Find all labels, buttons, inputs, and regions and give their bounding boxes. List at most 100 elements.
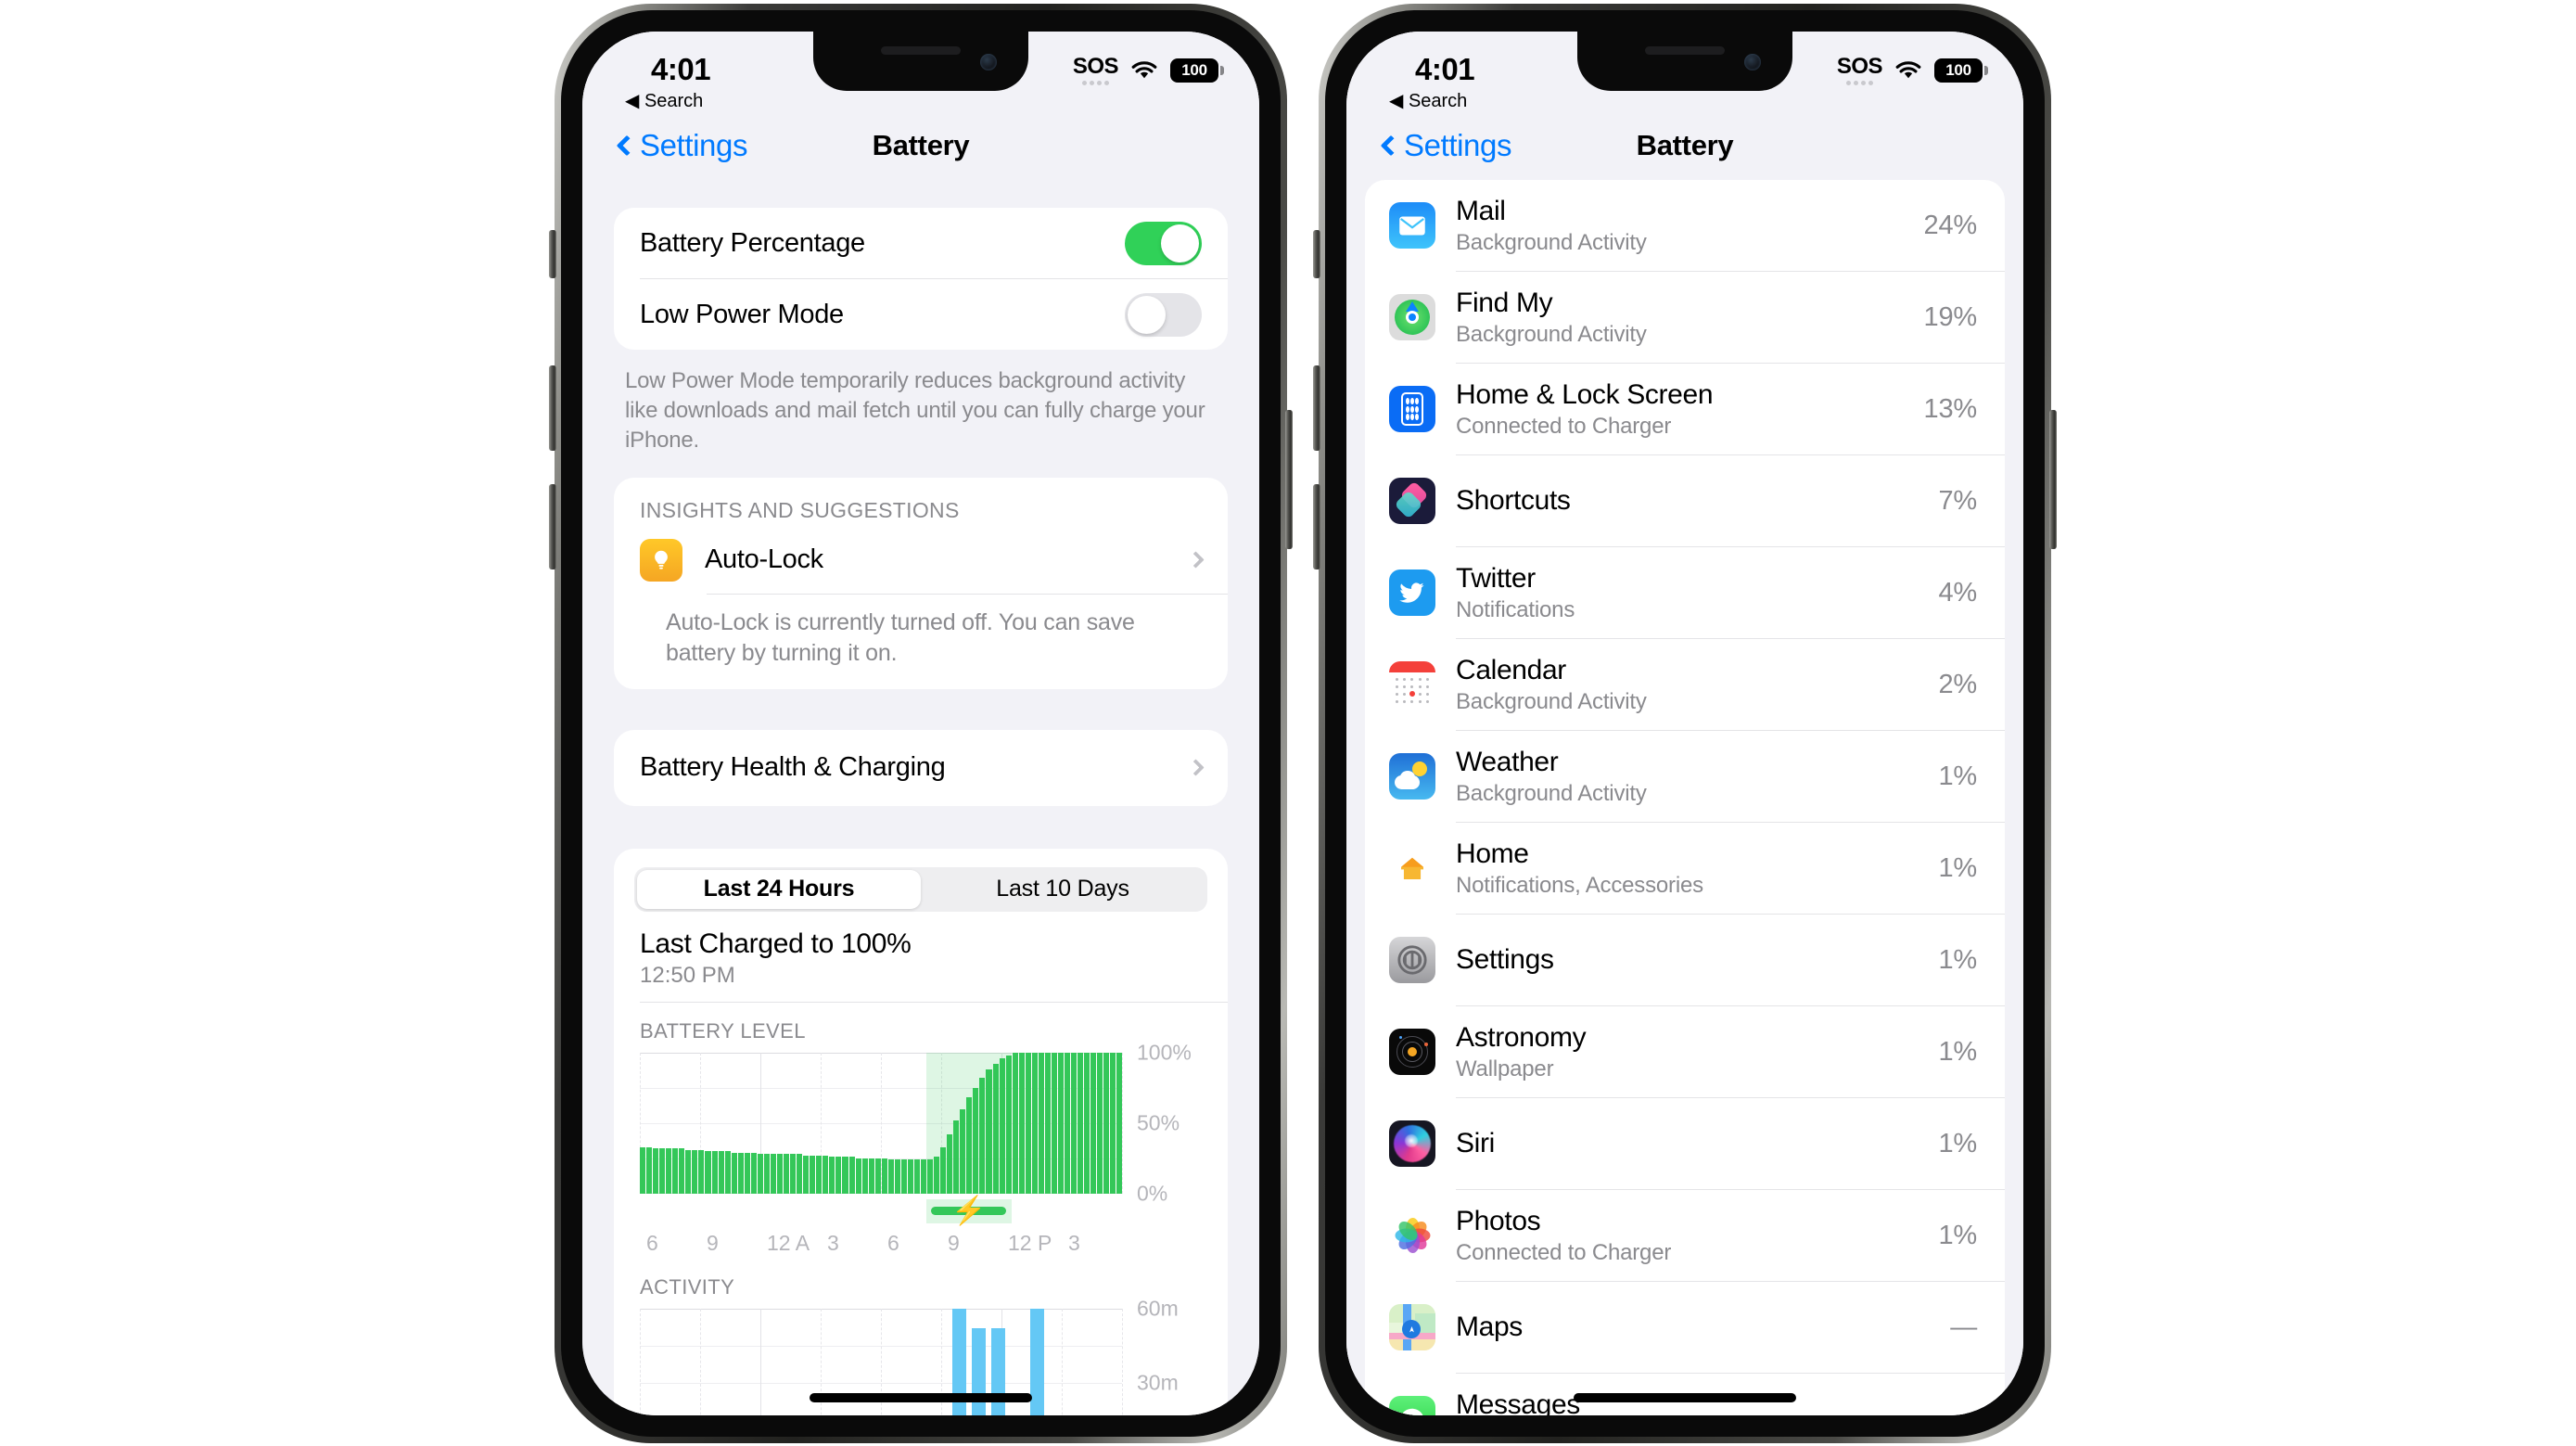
battery-level-bar [829, 1157, 835, 1194]
y-tick-label: 60m [1137, 1296, 1179, 1321]
silent-switch[interactable] [549, 230, 556, 278]
activity-bar [1089, 1309, 1103, 1415]
app-battery-percent: 13% [1923, 393, 1978, 424]
battery-level-header: BATTERY LEVEL [640, 1018, 806, 1043]
activity-bar [1050, 1309, 1064, 1415]
battery-level-bar [861, 1158, 868, 1194]
battery-health-row[interactable]: Battery Health & Charging [614, 730, 1228, 806]
activity-bar [679, 1309, 693, 1415]
twitter-icon [1389, 569, 1435, 616]
app-usage-row[interactable]: Astronomy Wallpaper 1% [1365, 1006, 2005, 1097]
power-button[interactable] [2049, 410, 2057, 549]
earpiece-speaker [1645, 46, 1725, 55]
segment-last-10-days[interactable]: Last 10 Days [921, 870, 1205, 909]
app-usage-row[interactable]: Calendar Background Activity 2% [1365, 639, 2005, 730]
back-button-label: Settings [640, 128, 748, 162]
x-tick-label: 6 [646, 1230, 658, 1255]
right-iphone: 4:01 ◀ Search SOS 100 Settings Battery M… [1313, 4, 2057, 1443]
app-usage-row[interactable]: Find My Background Activity 19% [1365, 272, 2005, 363]
app-name: Maps [1456, 1312, 1523, 1342]
row-low-power-mode[interactable]: Low Power Mode [614, 279, 1228, 350]
app-usage-row[interactable]: Mail Background Activity 24% [1365, 180, 2005, 271]
usage-period-segmented-control[interactable]: Last 24 Hours Last 10 Days [634, 866, 1207, 912]
home-icon [1389, 845, 1435, 891]
app-text: Home Notifications, Accessories [1456, 838, 1938, 899]
mail-icon [1389, 202, 1435, 249]
app-battery-percent: 2% [1938, 669, 1977, 699]
low-power-mode-toggle[interactable] [1125, 292, 1202, 337]
app-text: Calendar Background Activity [1456, 655, 1938, 715]
app-usage-row[interactable]: Maps — [1365, 1282, 2005, 1373]
battery-level-bar [999, 1057, 1005, 1194]
battery-level-bar [835, 1157, 842, 1194]
notch [813, 32, 1028, 91]
app-usage-row[interactable]: Shortcuts 7% [1365, 455, 2005, 546]
volume-down-button[interactable] [1313, 484, 1320, 569]
app-usage-scroll-view[interactable]: Mail Background Activity 24% Find My Backgro… [1346, 180, 2023, 1415]
astronomy-icon [1389, 1029, 1435, 1075]
battery-level-bar [646, 1146, 653, 1194]
app-usage-row[interactable]: Siri 1% [1365, 1098, 2005, 1189]
battery-level-bar [666, 1148, 672, 1194]
phone-screen: 4:01 ◀ Search SOS [582, 32, 1259, 1415]
app-usage-row[interactable]: Weather Background Activity 1% [1365, 731, 2005, 822]
app-usage-row[interactable]: Twitter Notifications 4% [1365, 547, 2005, 638]
activity-bar [737, 1309, 751, 1415]
notch [1577, 32, 1792, 91]
signal-dots-icon [1081, 81, 1109, 85]
photos-icon [1389, 1212, 1435, 1259]
app-battery-percent: 7% [1938, 485, 1977, 516]
app-battery-percent: — [1950, 1404, 1977, 1416]
app-usage-row[interactable]: Home & Lock Screen Connected to Charger 13… [1365, 364, 2005, 454]
app-usage-row[interactable]: Photos Connected to Charger 1% [1365, 1190, 2005, 1281]
volume-up-button[interactable] [549, 365, 556, 451]
x-tick-label: 9 [707, 1230, 719, 1255]
battery-level-bar [1078, 1052, 1084, 1194]
battery-level-bar [921, 1159, 927, 1194]
shortcuts-icon [1389, 478, 1435, 524]
battery-level-bar [790, 1154, 797, 1194]
front-camera [980, 54, 997, 70]
battery-level-bar [1071, 1052, 1078, 1194]
phone-frame: 4:01 ◀ Search SOS [1313, 4, 2057, 1443]
app-battery-percent: 24% [1923, 210, 1978, 240]
sos-label: SOS [1072, 54, 1119, 79]
app-subtitle: Background Activity [1456, 780, 1647, 806]
power-button[interactable] [1285, 410, 1293, 549]
battery-health-card[interactable]: Battery Health & Charging [614, 729, 1228, 806]
volume-down-button[interactable] [549, 484, 556, 569]
back-to-settings-button[interactable]: Settings [1380, 128, 1511, 163]
battery-level-bar [1110, 1052, 1116, 1194]
x-tick-label: 3 [1068, 1230, 1080, 1255]
insight-auto-lock-row[interactable]: Auto-Lock [614, 527, 1228, 594]
back-to-settings-button[interactable]: Settings [616, 128, 748, 163]
battery-level-bar [868, 1158, 874, 1194]
status-back-to-search[interactable]: ◀ Search [1389, 89, 1467, 112]
app-text: Home & Lock Screen Connected to Charger [1456, 379, 1924, 440]
battery-level-bar [724, 1151, 731, 1194]
battery-percentage-toggle[interactable] [1125, 221, 1202, 265]
volume-up-button[interactable] [1313, 365, 1320, 451]
sos-indicator: SOS [1837, 56, 1883, 85]
chevron-right-icon [1187, 759, 1205, 776]
row-battery-percentage[interactable]: Battery Percentage [614, 208, 1228, 278]
activity-bar [718, 1309, 732, 1415]
app-usage-row[interactable]: Settings 1% [1365, 915, 2005, 1005]
battery-level-bar [757, 1154, 763, 1194]
ios-battery-usage-screen: 4:01 ◀ Search SOS 100 Settings Battery M… [1346, 32, 2023, 1415]
settings-scroll-view[interactable]: Battery Percentage Low Power Mode Low Po… [582, 180, 1259, 1415]
segment-last-24-hours[interactable]: Last 24 Hours [637, 869, 921, 909]
app-battery-percent: 1% [1938, 1036, 1977, 1067]
battery-level-bar [1103, 1052, 1110, 1194]
homelockscreen-icon [1389, 386, 1435, 432]
y-tick-label: 100% [1137, 1040, 1192, 1065]
silent-switch[interactable] [1313, 230, 1320, 278]
auto-lock-label: Auto-Lock [705, 544, 823, 575]
app-text: Weather Background Activity [1456, 747, 1938, 807]
battery-status-icon: 100 [1170, 58, 1224, 83]
battery-level-bar [934, 1157, 940, 1194]
battery-level-bar [842, 1157, 848, 1194]
battery-level-bar [1051, 1052, 1057, 1194]
status-back-to-search[interactable]: ◀ Search [625, 89, 703, 112]
app-usage-row[interactable]: Home Notifications, Accessories 1% [1365, 823, 2005, 914]
